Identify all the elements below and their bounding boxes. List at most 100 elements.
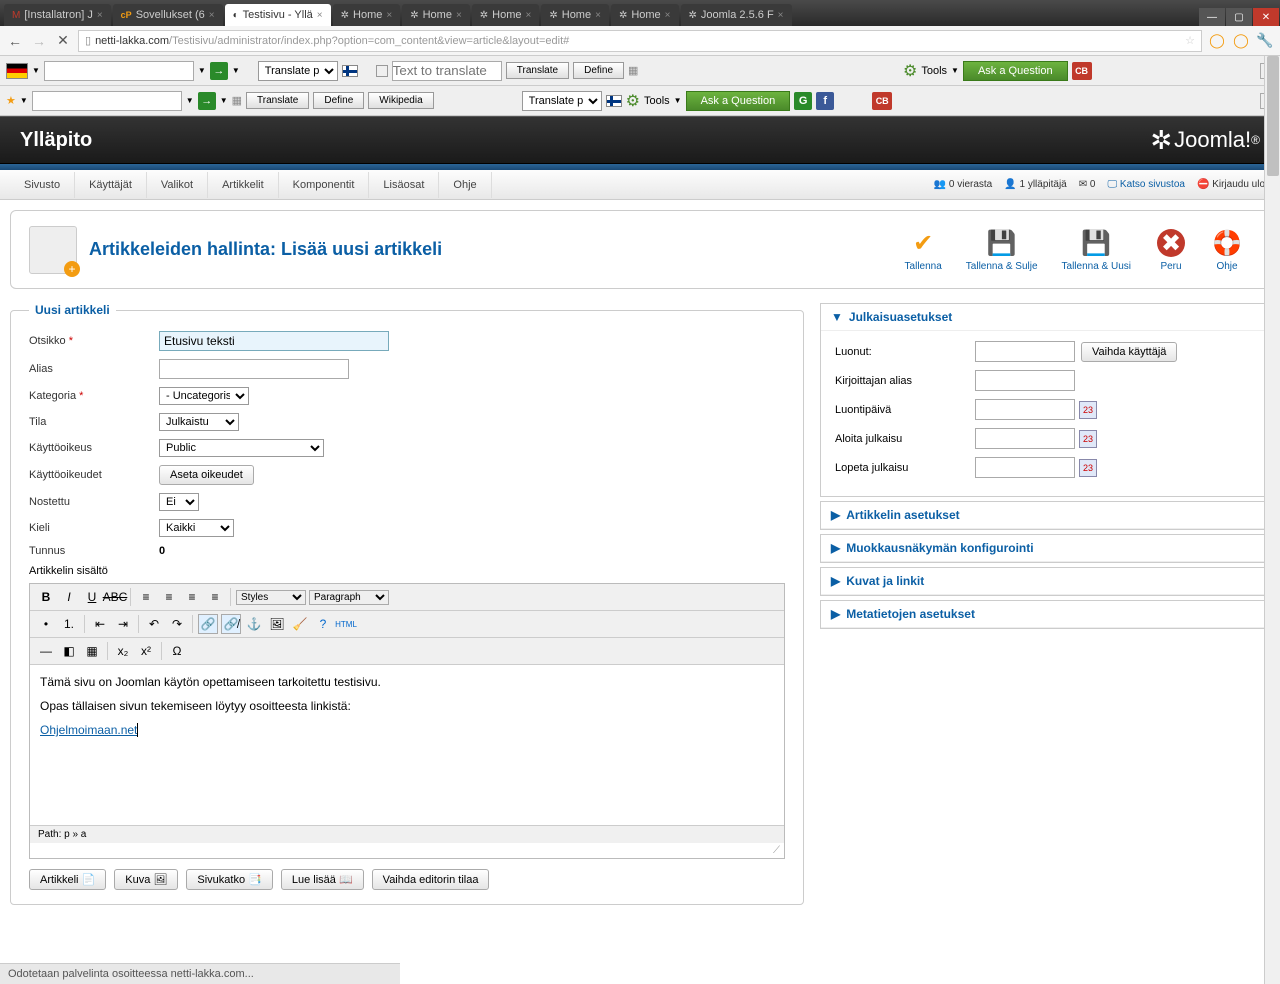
window-minimize-button[interactable]: — — [1199, 8, 1225, 26]
align-justify-button[interactable]: ≡ — [205, 587, 225, 607]
back-button[interactable]: ← — [6, 32, 24, 50]
chevron-down-icon[interactable]: ▼ — [32, 66, 40, 75]
url-input[interactable]: ▯ netti-lakka.com/Testisivu/administrato… — [78, 30, 1202, 52]
ol-button[interactable]: 1. — [59, 614, 79, 634]
redo-button[interactable]: ↷ — [167, 614, 187, 634]
align-left-button[interactable]: ≡ — [136, 587, 156, 607]
checkbox-icon[interactable] — [376, 65, 388, 77]
panel-header[interactable]: ▶Artikkelin asetukset — [821, 502, 1269, 529]
chevron-down-icon[interactable]: ▼ — [674, 96, 682, 105]
close-icon[interactable]: × — [778, 10, 784, 21]
grid-icon[interactable]: ▦ — [232, 94, 242, 107]
unlink-button[interactable]: 🔗̸ — [221, 614, 241, 634]
tab-testisivu[interactable]: ◐ Testisivu - Yllä × — [225, 4, 331, 26]
ask-question-button[interactable]: Ask a Question — [686, 91, 791, 111]
category-select[interactable]: - Uncategorised — [159, 387, 249, 405]
close-icon[interactable]: × — [456, 10, 462, 21]
editor-content[interactable]: Tämä sivu on Joomlan käytön opettamiseen… — [30, 665, 784, 825]
close-icon[interactable]: × — [317, 10, 323, 21]
tools-label[interactable]: Tools — [921, 65, 947, 77]
publish-down-input[interactable] — [975, 457, 1075, 478]
state-select[interactable]: Julkaistu — [159, 413, 239, 431]
author-alias-input[interactable] — [975, 370, 1075, 391]
save-new-button[interactable]: 💾 Tallenna & Uusi — [1054, 223, 1139, 276]
align-right-button[interactable]: ≡ — [182, 587, 202, 607]
title-input[interactable] — [159, 331, 389, 351]
set-permissions-button[interactable]: Aseta oikeudet — [159, 465, 254, 485]
flag-fi-icon[interactable] — [342, 65, 358, 77]
star-icon[interactable]: ★ — [6, 94, 16, 107]
g-icon[interactable]: G — [794, 92, 812, 110]
panel-header[interactable]: ▶Metatietojen asetukset — [821, 601, 1269, 628]
vertical-scrollbar[interactable] — [1264, 56, 1280, 984]
sub-button[interactable]: x₂ — [113, 641, 133, 661]
logout-link[interactable]: ⛔ Kirjaudu ulos — [1197, 179, 1270, 190]
publish-up-input[interactable] — [975, 428, 1075, 449]
featured-select[interactable]: Ei — [159, 493, 199, 511]
toggle-editor-button[interactable]: Vaihda editorin tilaa — [372, 869, 490, 890]
flag-fi-icon[interactable] — [606, 95, 622, 107]
window-maximize-button[interactable]: ▢ — [1226, 8, 1252, 26]
readmore-button[interactable]: Lue lisää 📖 — [281, 869, 364, 890]
translate-mode-select[interactable]: Translate pa — [522, 91, 602, 111]
ask-question-button[interactable]: Ask a Question — [963, 61, 1068, 81]
menu-artikkelit[interactable]: Artikkelit — [208, 172, 279, 198]
tab-home-4[interactable]: ✲Home× — [541, 4, 609, 26]
link-button[interactable]: 🔗 — [198, 614, 218, 634]
menu-lisaosat[interactable]: Lisäosat — [369, 172, 439, 198]
menu-kayttajat[interactable]: Käyttäjät — [75, 172, 147, 198]
calendar-icon[interactable]: 23 — [1079, 459, 1097, 477]
anchor-button[interactable]: ⚓ — [244, 614, 264, 634]
undo-button[interactable]: ↶ — [144, 614, 164, 634]
tab-home-3[interactable]: ✲Home× — [472, 4, 540, 26]
translate-mode-select[interactable]: Translate pa — [258, 61, 338, 81]
close-icon[interactable]: × — [595, 10, 601, 21]
insert-article-button[interactable]: Artikkeli 📄 — [29, 869, 106, 890]
window-close-button[interactable]: ✕ — [1253, 8, 1279, 26]
sup-button[interactable]: x² — [136, 641, 156, 661]
stop-button[interactable]: ✕ — [54, 32, 72, 50]
chevron-down-icon[interactable]: ▼ — [186, 96, 194, 105]
chevron-down-icon[interactable]: ▼ — [951, 66, 959, 75]
extension-icon[interactable]: ◯ — [1232, 32, 1250, 50]
created-by-input[interactable] — [975, 341, 1075, 362]
erase-button[interactable]: ◧ — [59, 641, 79, 661]
close-icon[interactable]: × — [97, 10, 103, 21]
image-button[interactable]: 🖼 — [267, 614, 287, 634]
chevron-down-icon[interactable]: ▼ — [220, 96, 228, 105]
chevron-down-icon[interactable]: ▼ — [232, 66, 240, 75]
bold-button[interactable]: B — [36, 587, 56, 607]
close-icon[interactable]: × — [386, 10, 392, 21]
resize-handle-icon[interactable]: ⟋ — [30, 843, 784, 858]
menu-valikot[interactable]: Valikot — [147, 172, 208, 198]
close-icon[interactable]: × — [665, 10, 671, 21]
cancel-button[interactable]: ✖ Peru — [1147, 223, 1195, 276]
facebook-icon[interactable]: f — [816, 92, 834, 110]
help-button[interactable]: ? — [313, 614, 333, 634]
translate-source-input[interactable] — [44, 61, 194, 81]
translate-button[interactable]: Translate — [246, 92, 309, 109]
alias-input[interactable] — [159, 359, 349, 379]
gear-icon[interactable]: ⚙ — [903, 61, 917, 81]
hr-button[interactable]: — — [36, 641, 56, 661]
flag-de-icon[interactable] — [6, 63, 28, 79]
gear-icon[interactable]: ⚙ — [626, 91, 640, 111]
translate-button[interactable]: Translate — [506, 62, 569, 79]
styles-select[interactable]: Styles — [236, 590, 306, 605]
translate-source-input[interactable] — [32, 91, 182, 111]
menu-ohje[interactable]: Ohje — [439, 172, 491, 198]
menu-sivusto[interactable]: Sivusto — [10, 172, 75, 198]
close-icon[interactable]: × — [526, 10, 532, 21]
calendar-icon[interactable]: 23 — [1079, 430, 1097, 448]
wrench-icon[interactable]: 🔧 — [1256, 32, 1274, 50]
panel-header[interactable]: ▶Kuvat ja linkit — [821, 568, 1269, 595]
cb-icon[interactable]: CB — [872, 92, 892, 110]
bookmark-star-icon[interactable]: ☆ — [1185, 34, 1195, 47]
change-user-button[interactable]: Vaihda käyttäjä — [1081, 342, 1177, 362]
access-select[interactable]: Public — [159, 439, 324, 457]
content-link[interactable]: Ohjelmoimaan.net — [40, 723, 137, 737]
close-icon[interactable]: × — [209, 10, 215, 21]
tab-home-2[interactable]: ✲Home× — [402, 4, 470, 26]
panel-header[interactable]: ▼Julkaisuasetukset — [821, 304, 1269, 331]
char-button[interactable]: Ω — [167, 641, 187, 661]
